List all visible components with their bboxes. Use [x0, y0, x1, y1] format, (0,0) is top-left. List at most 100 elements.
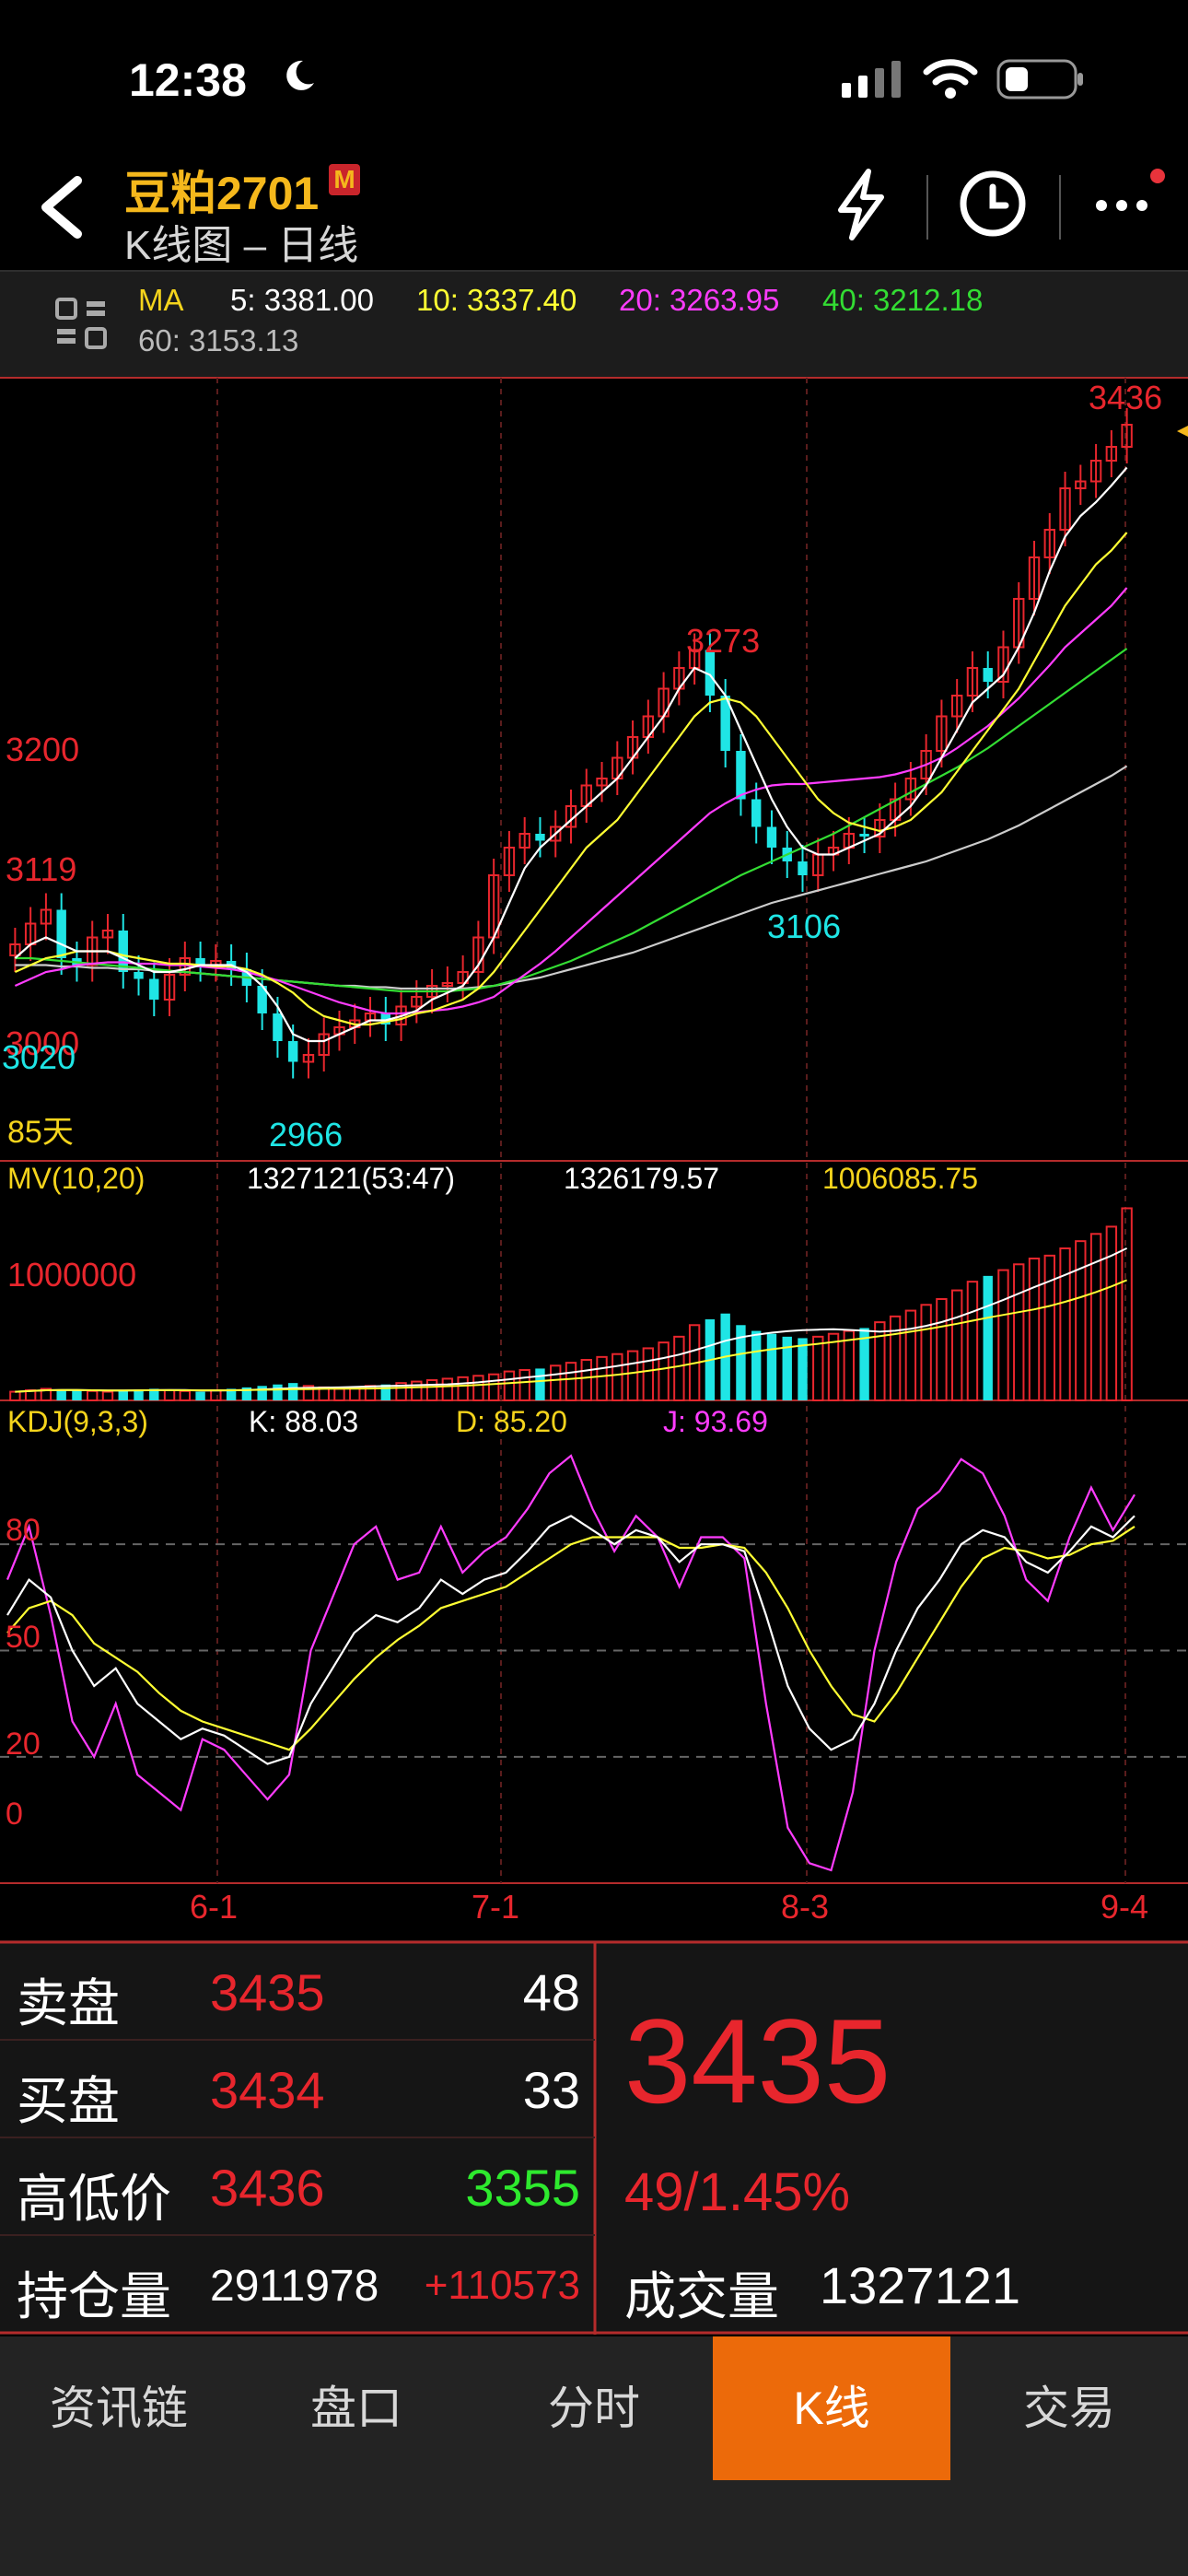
low-price-label: 2966 [269, 1116, 343, 1153]
candle-body [535, 834, 545, 841]
ask-qty: 48 [522, 1963, 580, 2021]
volume-bar [518, 1369, 530, 1401]
volume-bar [580, 1359, 592, 1401]
chart-subtitle: K线图 – 日线 [124, 223, 359, 268]
volume-bar [87, 1389, 99, 1402]
ask-label: 卖盘 [17, 1974, 120, 2032]
bottom-tab-bar: 资讯链 盘口 分时 K线 交易 [0, 2336, 1188, 2576]
volume-bar [904, 1309, 917, 1401]
volume-bar [118, 1390, 128, 1400]
price-axis-label: 3020 [2, 1038, 76, 1076]
ma20-value: 20: 3263.95 [619, 283, 780, 317]
volume-bar [550, 1364, 562, 1402]
volume-bar [195, 1391, 205, 1400]
volume-bar [179, 1389, 192, 1402]
moon-icon [281, 57, 318, 99]
candle-body [287, 1041, 298, 1062]
volume-bar [333, 1388, 345, 1402]
market-badge: M [329, 164, 360, 195]
last-price-marker [1177, 426, 1188, 437]
high-price: 3436 [210, 2159, 325, 2217]
price-axis-label: 3200 [6, 731, 79, 768]
lightning-icon[interactable] [833, 168, 889, 246]
volume-bar [487, 1373, 500, 1401]
clock-icon[interactable] [958, 169, 1028, 243]
volume-bar [889, 1315, 902, 1401]
volume-bar [1028, 1258, 1041, 1401]
bid-label: 买盘 [17, 2072, 120, 2130]
volume-bar [273, 1384, 283, 1400]
kdj-k: K: 88.03 [249, 1405, 358, 1438]
candle-body [149, 978, 159, 1000]
candle-body [798, 861, 808, 875]
kdj-j: J: 93.69 [663, 1405, 768, 1438]
bid-qty: 33 [522, 2061, 580, 2119]
date-axis-label: 7-1 [472, 1888, 519, 1926]
volume-bar [565, 1362, 577, 1401]
volume-bar [658, 1341, 670, 1401]
volume-bar [1043, 1254, 1055, 1401]
open-interest-change: +110573 [424, 2263, 580, 2308]
volume-bar [1075, 1240, 1087, 1402]
volume-bar [642, 1347, 655, 1402]
tab-intraday[interactable]: 分时 [475, 2336, 713, 2480]
back-arrow-icon[interactable] [35, 175, 87, 244]
low-price: 3355 [465, 2159, 580, 2217]
volume-bar [441, 1377, 454, 1402]
volume-bar [812, 1335, 824, 1402]
volume-bar [472, 1375, 484, 1402]
candle-body [766, 826, 777, 848]
notification-dot [1150, 169, 1165, 183]
kline-chart[interactable]: 3200 3119 3000 3020 3436 3273 2966 3106 … [0, 378, 1188, 1940]
volume-bar [1059, 1247, 1071, 1401]
volume-ma20-line [15, 1279, 1127, 1393]
volume-bar [950, 1289, 963, 1401]
tab-news-chain[interactable]: 资讯链 [0, 2336, 238, 2480]
kdj-level-label: 0 [6, 1797, 23, 1832]
candle-body [751, 799, 762, 827]
date-axis-label: 8-3 [781, 1888, 829, 1926]
peak-price-label: 3273 [686, 622, 760, 660]
volume-bar [997, 1269, 1009, 1401]
volume-bar [535, 1368, 545, 1400]
high-low-label: 高低价 [17, 2170, 171, 2228]
candle-body [134, 972, 144, 979]
volume-bar [1105, 1225, 1118, 1402]
volume-label: 成交量 [624, 2267, 779, 2325]
ma-strip: MA 5: 3381.00 10: 3337.40 20: 3263.95 40… [0, 270, 1188, 379]
ask-price: 3435 [210, 1963, 325, 2021]
more-icon[interactable] [1094, 198, 1149, 217]
tab-trade[interactable]: 交易 [950, 2336, 1188, 2480]
volume-bar [827, 1332, 840, 1401]
volume-bar [983, 1275, 993, 1400]
ma-label: MA [138, 283, 184, 317]
candle-body [859, 834, 869, 837]
volume-bar [9, 1390, 21, 1401]
volume-bar [210, 1389, 222, 1401]
candle-body [56, 909, 66, 958]
kdj-d-line [6, 1525, 1136, 1751]
kdj-level-label: 80 [6, 1513, 41, 1548]
kdj-k-line [6, 1515, 1136, 1765]
volume-bar [425, 1379, 438, 1401]
kdj-d: D: 85.20 [456, 1405, 567, 1438]
volume-ma10: 1326179.57 [564, 1162, 719, 1195]
volume-bar [163, 1389, 176, 1401]
candle-body [273, 1013, 283, 1041]
volume-bar [56, 1389, 66, 1400]
tab-kline[interactable]: K线 [713, 2336, 950, 2480]
volume-bar [766, 1333, 777, 1400]
ma10-value: 10: 3337.40 [416, 283, 577, 317]
ma60-value: 60: 3153.13 [138, 323, 299, 357]
kdj-j-line [6, 1454, 1136, 1872]
volume-scale-label: 1000000 [7, 1256, 136, 1294]
volume-ma20: 1006085.75 [822, 1162, 978, 1195]
tab-order-book[interactable]: 盘口 [238, 2336, 475, 2480]
open-interest: 2911978 [210, 2262, 379, 2311]
volume-bar [1013, 1263, 1025, 1401]
candle-body [736, 751, 746, 800]
volume-bar [626, 1350, 639, 1401]
grid-icon[interactable] [55, 298, 107, 354]
bid-price: 3434 [210, 2061, 325, 2119]
high-price-label: 3436 [1089, 379, 1162, 416]
